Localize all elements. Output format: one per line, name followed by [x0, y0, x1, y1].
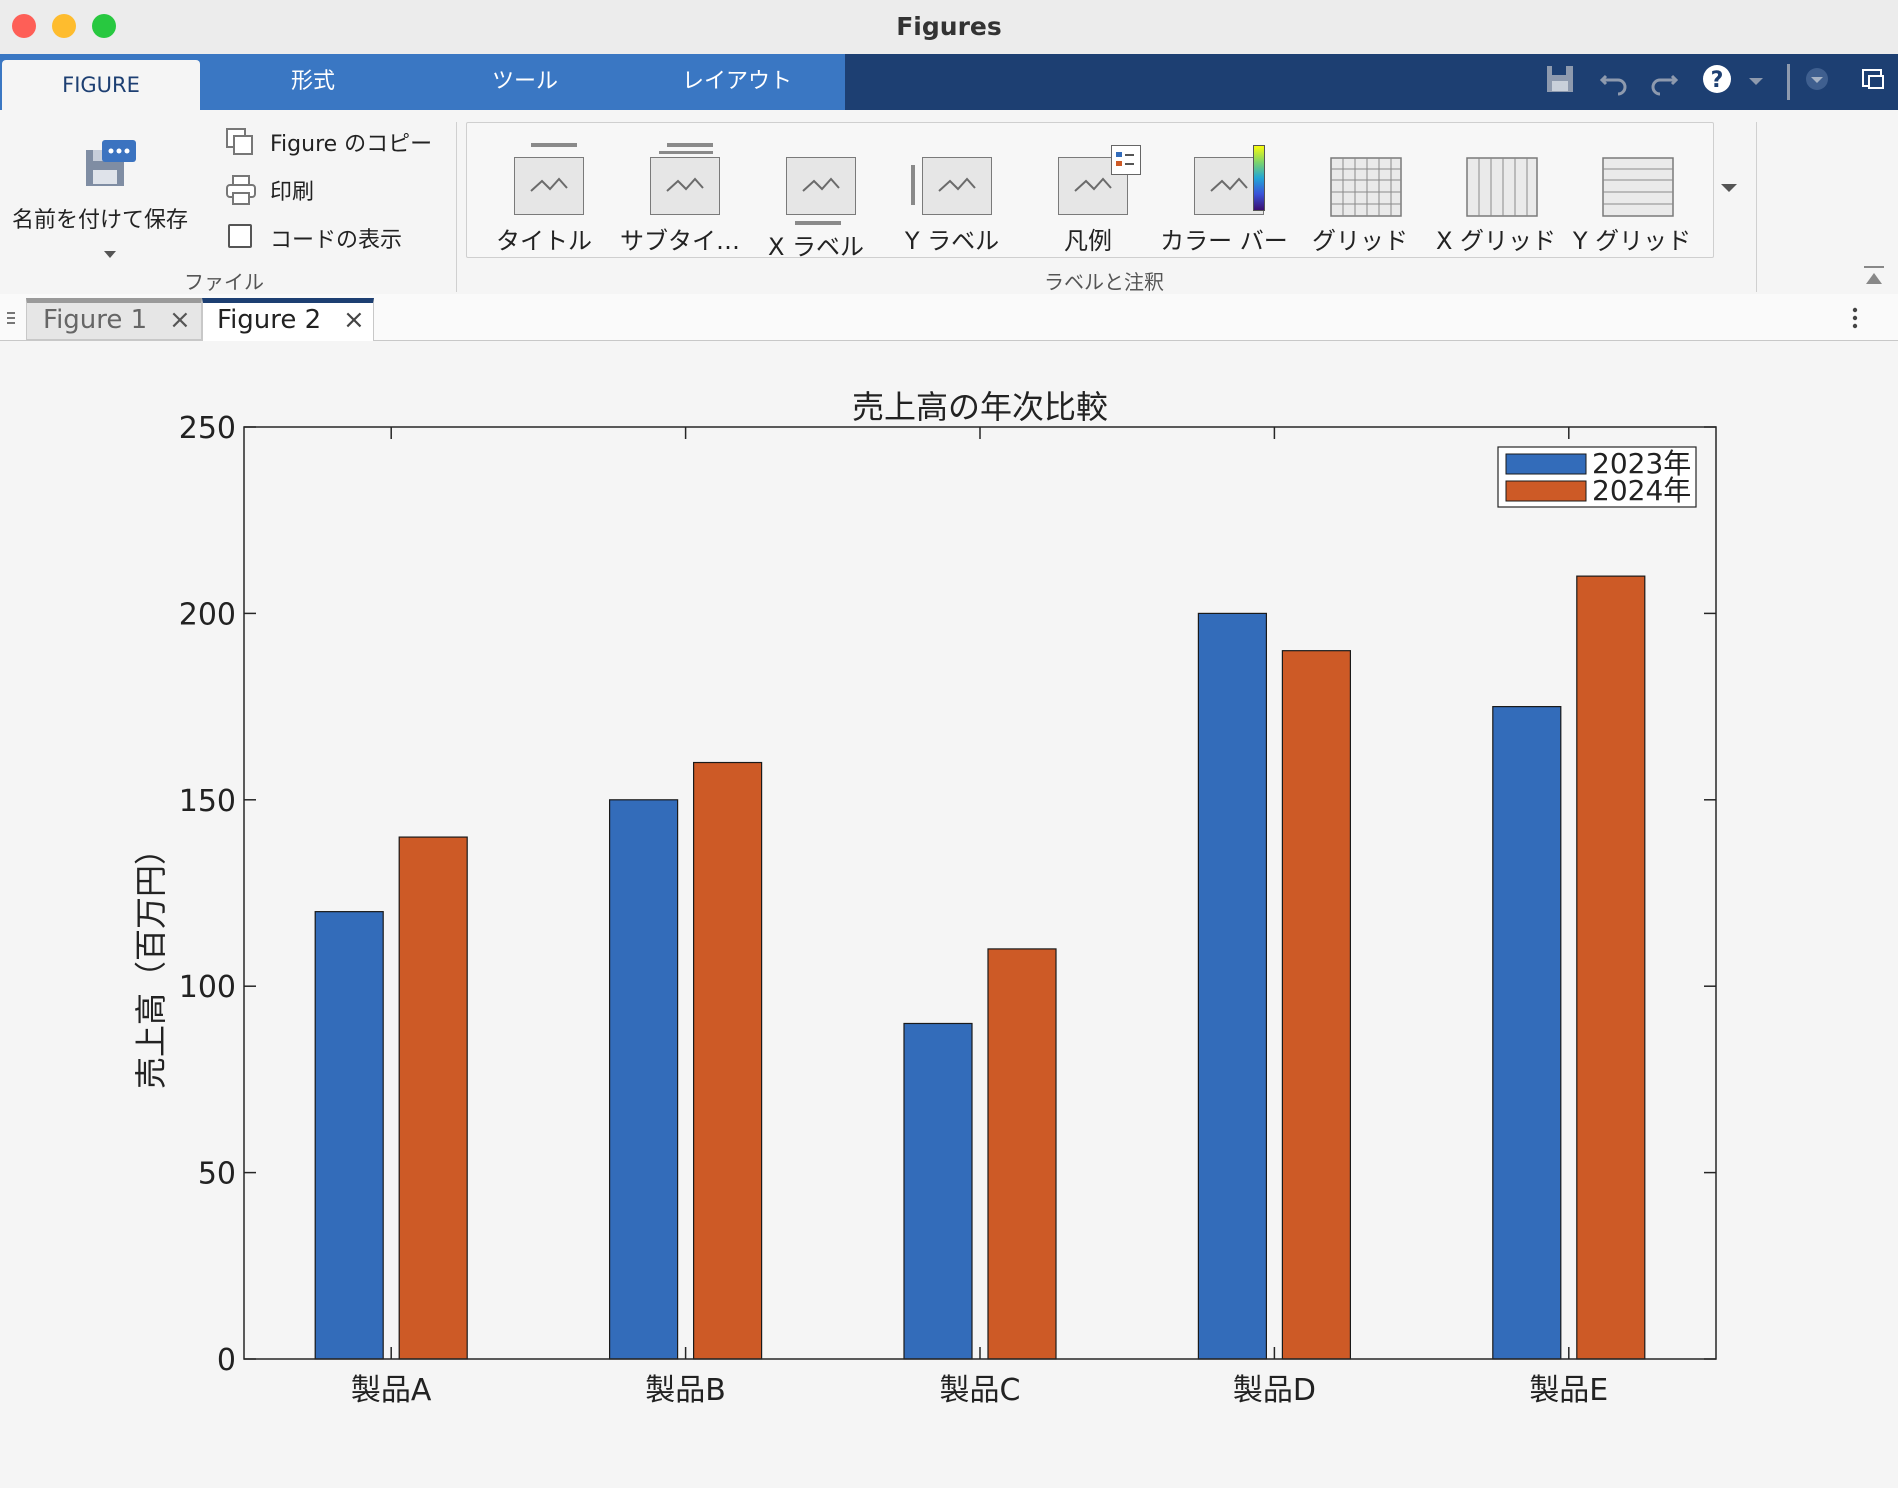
x-axis: 製品A 製品B 製品C 製品D 製品E	[351, 427, 1608, 1408]
bar-series1	[608, 799, 679, 1360]
labels-gallery: タイトル サブタイ… X ラベル Y ラベル 凡例 カラー バー グリッド X …	[466, 122, 1714, 261]
save-as-button[interactable]: 名前を付けて保存	[8, 120, 208, 270]
bar-series1	[903, 1022, 973, 1360]
ribbon-toolstrip: 名前を付けて保存 Figure のコピー 印刷 コードの表示 ファイル タイトル	[0, 110, 1898, 295]
undo-icon[interactable]	[1598, 62, 1630, 102]
tab-figure[interactable]: FIGURE	[2, 60, 200, 110]
help-icon[interactable]: ?	[1700, 62, 1734, 102]
legend-label: 2024年	[1592, 474, 1691, 507]
tab-figure-1[interactable]: Figure 1 ×	[26, 298, 202, 340]
x-tick-label: 製品A	[351, 1373, 432, 1408]
x-tick-label: 製品D	[1233, 1373, 1316, 1408]
bar-series1	[314, 911, 384, 1360]
figure-canvas: 売上高の年次比較 売上高（百万円） 0 50 100 150 200 250 製品A 製品B…	[0, 341, 1898, 1484]
chart-title: 売上高の年次比較	[852, 388, 1108, 426]
gallery-subtitle-label: サブタイ…	[620, 227, 740, 255]
window-title: Figures	[896, 12, 1002, 41]
ribbon-tab-strip: FIGURE 形式 ツール レイアウト ?	[0, 54, 1898, 110]
copy-figure-button[interactable]: Figure のコピー	[224, 124, 446, 158]
print-icon	[224, 174, 258, 210]
help-dropdown-icon[interactable]	[1746, 62, 1766, 102]
gallery-xlabel-label: X ラベル	[767, 233, 865, 261]
tabs-grip-icon[interactable]	[6, 310, 16, 330]
bar-series2	[692, 761, 763, 1360]
y-tick-label: 150	[179, 784, 236, 819]
gallery-colorbar-button[interactable]: カラー バー	[1157, 131, 1291, 255]
gallery-xgrid-button[interactable]: X グリッド	[1429, 131, 1563, 255]
print-label: 印刷	[270, 180, 315, 205]
tab-figure-2-label: Figure 2	[217, 305, 322, 335]
tab-format[interactable]: 形式	[228, 54, 398, 110]
legend-icon	[1111, 145, 1141, 175]
bar-series1	[1197, 612, 1268, 1360]
checkbox-icon	[228, 224, 252, 248]
svg-text:?: ?	[1711, 68, 1724, 93]
gallery-ygrid-button[interactable]: Y グリッド	[1565, 131, 1699, 255]
save-icon[interactable]	[1544, 62, 1576, 102]
gallery-xgrid-label: X グリッド	[1435, 227, 1557, 255]
undock-icon[interactable]	[1858, 62, 1888, 102]
gallery-title-button[interactable]: タイトル	[477, 131, 611, 255]
save-as-dropdown-icon	[102, 244, 118, 263]
y-tick-label: 0	[217, 1343, 236, 1378]
collapse-dropdown-icon[interactable]	[1802, 62, 1832, 102]
tab-figure-1-label: Figure 1	[43, 305, 148, 335]
gallery-ygrid-label: Y グリッド	[1572, 227, 1692, 255]
show-code-checkbox[interactable]: コードの表示	[224, 220, 424, 254]
legend-swatch	[1505, 453, 1587, 475]
gallery-subtitle-button[interactable]: サブタイ…	[613, 131, 747, 255]
redo-icon[interactable]	[1648, 62, 1680, 102]
x-tick-label: 製品E	[1529, 1373, 1608, 1408]
bar-series1	[1492, 706, 1562, 1360]
x-tick-label: 製品C	[940, 1373, 1021, 1408]
gallery-more-icon[interactable]	[1718, 180, 1740, 199]
bar-series2	[398, 836, 468, 1360]
grid-icon	[1330, 157, 1402, 221]
bar-series2	[1281, 650, 1352, 1360]
gallery-ylabel-label: Y ラベル	[904, 227, 1000, 255]
gallery-xlabel-button[interactable]: X ラベル	[749, 131, 883, 261]
legend[interactable]: 2023年2024年	[1497, 446, 1697, 508]
gallery-title-label: タイトル	[496, 227, 592, 255]
copy-icon	[224, 126, 256, 162]
x-tick-label: 製品B	[645, 1373, 726, 1408]
bar-series	[314, 575, 1646, 1360]
y-axis-label: 売上高（百万円）	[132, 833, 170, 1089]
y-tick-label: 50	[198, 1157, 236, 1192]
window-title-bar: Figures	[0, 0, 1898, 55]
file-group-label: ファイル	[184, 270, 264, 294]
collapse-ribbon-icon[interactable]	[1862, 264, 1886, 290]
tab-figure-2[interactable]: Figure 2 ×	[202, 298, 374, 344]
print-button[interactable]: 印刷	[224, 172, 344, 206]
divider-icon	[1786, 62, 1792, 102]
y-tick-label: 200	[179, 597, 236, 632]
gallery-grid-label: グリッド	[1312, 227, 1408, 255]
more-options-icon[interactable]	[1850, 306, 1860, 334]
gallery-grid-button[interactable]: グリッド	[1293, 131, 1427, 255]
copy-figure-label: Figure のコピー	[270, 132, 433, 157]
show-code-label: コードの表示	[270, 228, 403, 253]
xgrid-icon	[1466, 157, 1538, 221]
legend-swatch	[1505, 480, 1587, 502]
close-icon[interactable]: ×	[343, 299, 365, 341]
save-as-icon	[82, 138, 138, 194]
bar-series2	[1576, 575, 1646, 1360]
close-icon[interactable]: ×	[169, 299, 191, 341]
gallery-colorbar-label: カラー バー	[1160, 227, 1288, 255]
labels-group-label: ラベルと注釈	[1044, 270, 1164, 294]
colorbar-icon	[1253, 145, 1265, 211]
figure-tabs-bar: Figure 1 × Figure 2 ×	[0, 294, 1898, 344]
bar-series2	[987, 948, 1057, 1360]
gallery-ylabel-button[interactable]: Y ラベル	[885, 131, 1019, 255]
gallery-legend-label: 凡例	[1064, 227, 1112, 255]
ygrid-icon	[1602, 157, 1674, 221]
tab-layout[interactable]: レイアウト	[652, 54, 822, 110]
save-as-label: 名前を付けて保存	[12, 208, 189, 233]
y-tick-label: 100	[179, 970, 236, 1005]
bar-chart: 売上高の年次比較 売上高（百万円） 0 50 100 150 200 250 製品A 製品B…	[132, 388, 1717, 1408]
y-tick-label: 250	[179, 411, 236, 446]
gallery-legend-button[interactable]: 凡例	[1021, 131, 1155, 255]
tab-tools[interactable]: ツール	[440, 54, 610, 110]
